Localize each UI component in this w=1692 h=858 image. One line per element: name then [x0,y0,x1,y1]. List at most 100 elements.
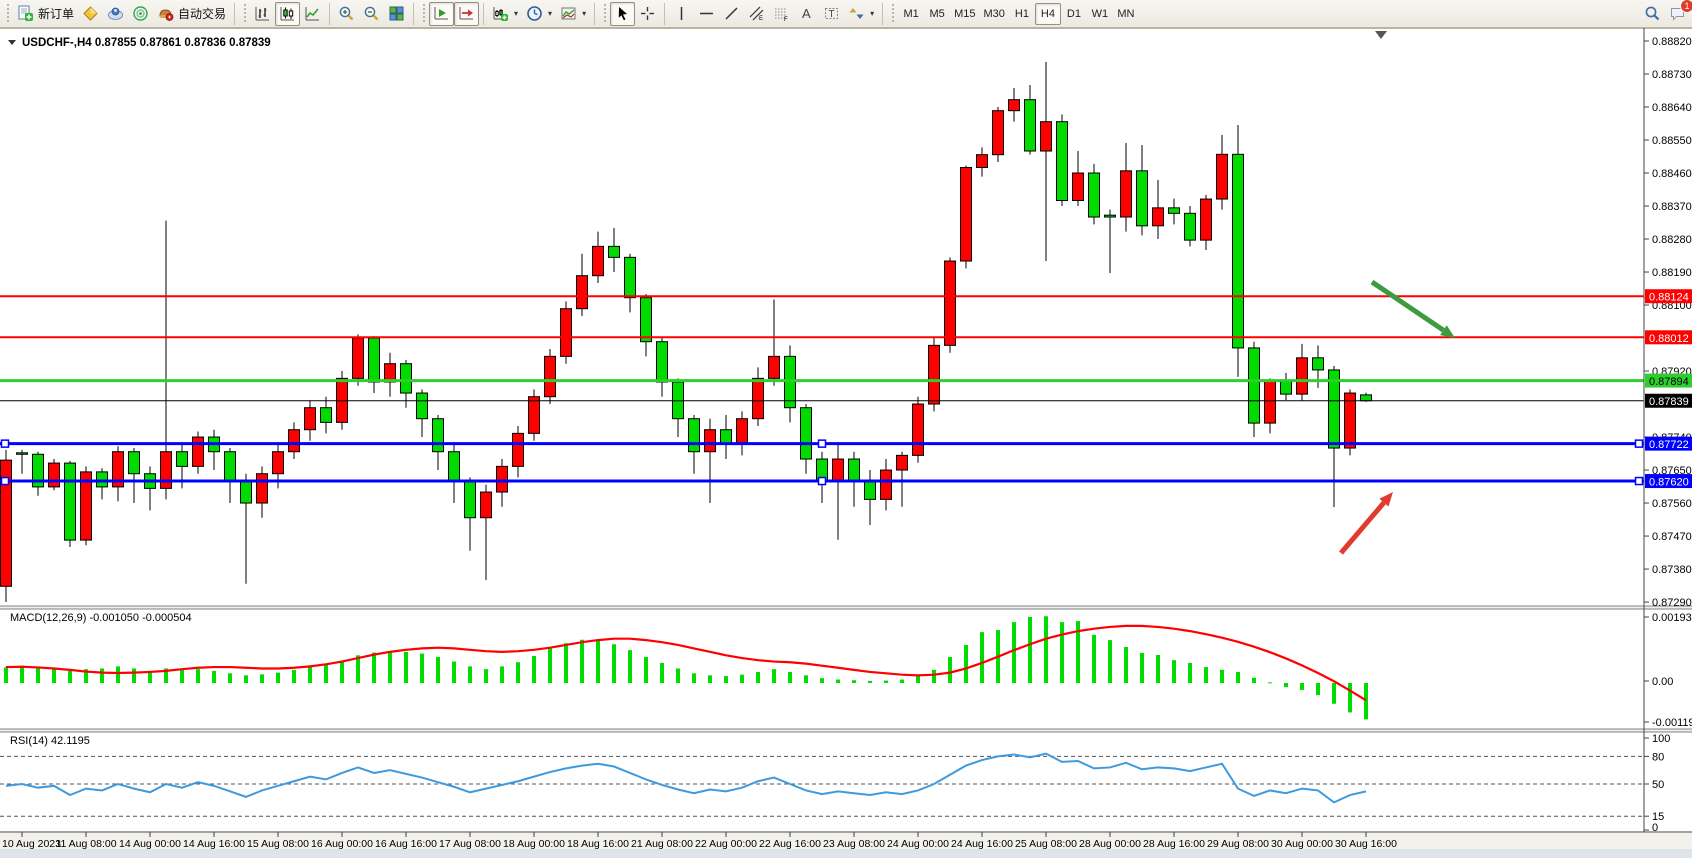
vline-button[interactable] [669,2,694,26]
timeframe-m15-button[interactable]: M15 [950,3,979,25]
vline-icon [673,5,690,22]
timeframe-d1-button[interactable]: D1 [1061,3,1087,25]
auto-scroll-button[interactable] [429,2,454,26]
toolbar-separator [664,3,665,25]
text-button[interactable]: A [794,2,819,26]
auto-trading-button-label: 自动交易 [178,5,226,22]
periods-button[interactable]: ▾ [522,2,556,26]
current-price-line-price-label: 0.87839 [1645,394,1692,409]
templates-button[interactable]: ▾ [556,2,590,26]
new-order-button[interactable]: 新订单 [13,2,78,26]
text-label-button[interactable]: T [819,2,844,26]
cloud-profile-icon [107,5,124,22]
chart-candles-button[interactable] [275,2,300,26]
channel-button[interactable]: E [744,2,769,26]
zoom-in-button[interactable] [334,2,359,26]
svg-text:T: T [829,9,835,20]
chart-line-button[interactable] [300,2,325,26]
svg-text:22 Aug 16:00: 22 Aug 16:00 [759,838,821,850]
svg-text:F: F [784,17,788,22]
svg-text:E: E [759,16,763,22]
fibonacci-button[interactable]: F [769,2,794,26]
community-button[interactable] [103,2,128,26]
timeframe-m1-button[interactable]: M1 [898,3,924,25]
svg-text:21 Aug 08:00: 21 Aug 08:00 [631,838,693,850]
timeframe-h1-button[interactable]: H1 [1009,3,1035,25]
svg-text:0.88640: 0.88640 [1652,102,1692,114]
tile-windows-button[interactable] [384,2,409,26]
rsi-axis-label: 50 [1652,779,1664,791]
clock-icon [526,5,543,22]
hline-icon [698,5,715,22]
candle-chart-icon [279,5,296,22]
crosshair-button[interactable] [635,2,660,26]
trendline-icon [723,5,740,22]
new-order-icon [17,5,34,22]
macd-label: MACD(12,26,9) -0.001050 -0.000504 [10,612,192,624]
chevron-down-icon: ▾ [548,9,552,18]
rsi-axis-label: 0 [1652,822,1658,834]
shapes-button[interactable]: ▾ [844,2,878,26]
line-handle[interactable] [1636,478,1643,485]
macd-axis-label: 0.00 [1652,676,1673,688]
cursor-icon [614,5,631,22]
toolbar-grip[interactable] [242,4,247,24]
line-handle[interactable] [819,440,826,447]
chart-title: USDCHF-,H4 0.87855 0.87861 0.87836 0.878… [8,37,271,49]
shapes-icon [848,5,865,22]
signals-button[interactable] [128,2,153,26]
svg-text:0.87470: 0.87470 [1652,531,1692,543]
svg-text:30 Aug 16:00: 30 Aug 16:00 [1335,838,1397,850]
chat-badge: 1 [1680,0,1692,13]
line-handle[interactable] [819,478,826,485]
search-icon [1644,5,1661,22]
chevron-down-icon: ▾ [870,9,874,18]
trendline-button[interactable] [719,2,744,26]
rsi-axis-label: 100 [1652,733,1670,745]
line-handle[interactable] [2,440,9,447]
toolbar-separator [594,3,595,25]
toolbar-grip[interactable] [5,4,10,24]
zoom-out-button[interactable] [359,2,384,26]
chart-bars-button[interactable] [250,2,275,26]
chart-window: 0.888200.887300.886400.885500.884600.883… [0,28,1692,858]
chat-button[interactable]: 1 [1665,2,1690,26]
market-watch-button[interactable] [78,2,103,26]
timeframe-w1-button[interactable]: W1 [1087,3,1113,25]
support-line-1-price-label: 0.87722 [1645,437,1692,452]
toolbar-grip[interactable] [421,4,426,24]
toolbar-separator [234,3,235,25]
toolbar-grip[interactable] [890,4,895,24]
timeframe-m5-button[interactable]: M5 [924,3,950,25]
new-order-button-label: 新订单 [38,5,74,22]
line-handle[interactable] [2,478,9,485]
svg-text:14 Aug 00:00: 14 Aug 00:00 [119,838,181,850]
rsi-axis-label: 80 [1652,751,1664,763]
svg-text:30 Aug 00:00: 30 Aug 00:00 [1271,838,1333,850]
svg-text:0.87722: 0.87722 [1649,439,1689,451]
line-handle[interactable] [1636,440,1643,447]
gold-cube-icon [82,5,99,22]
timeframe-mn-button[interactable]: MN [1113,3,1139,25]
timeframe-m30-button[interactable]: M30 [980,3,1009,25]
svg-text:0.87560: 0.87560 [1652,498,1692,510]
new-chart-button[interactable]: ▾ [488,2,522,26]
cursor-button[interactable] [610,2,635,26]
mt4-window: { "toolbar": { "groups": [ {"grip": true… [0,0,1692,858]
hline-button[interactable] [694,2,719,26]
auto-trading-button[interactable]: 自动交易 [153,2,230,26]
chevron-down-icon: ▾ [582,9,586,18]
chart-background [0,28,1692,832]
toolbar-grip[interactable] [602,4,607,24]
svg-text:0.88280: 0.88280 [1652,234,1692,246]
chart-shift-button[interactable] [454,2,479,26]
svg-text:16 Aug 16:00: 16 Aug 16:00 [375,838,437,850]
macd-axis-label: -0.001192 [1652,717,1692,729]
svg-text:0.87894: 0.87894 [1649,376,1689,388]
svg-text:0.88370: 0.88370 [1652,201,1692,213]
svg-text:0.88190: 0.88190 [1652,267,1692,279]
svg-text:0.88124: 0.88124 [1649,292,1689,304]
svg-text:17 Aug 08:00: 17 Aug 08:00 [439,838,501,850]
timeframe-h4-button[interactable]: H4 [1035,3,1061,25]
search-button[interactable] [1640,2,1665,26]
